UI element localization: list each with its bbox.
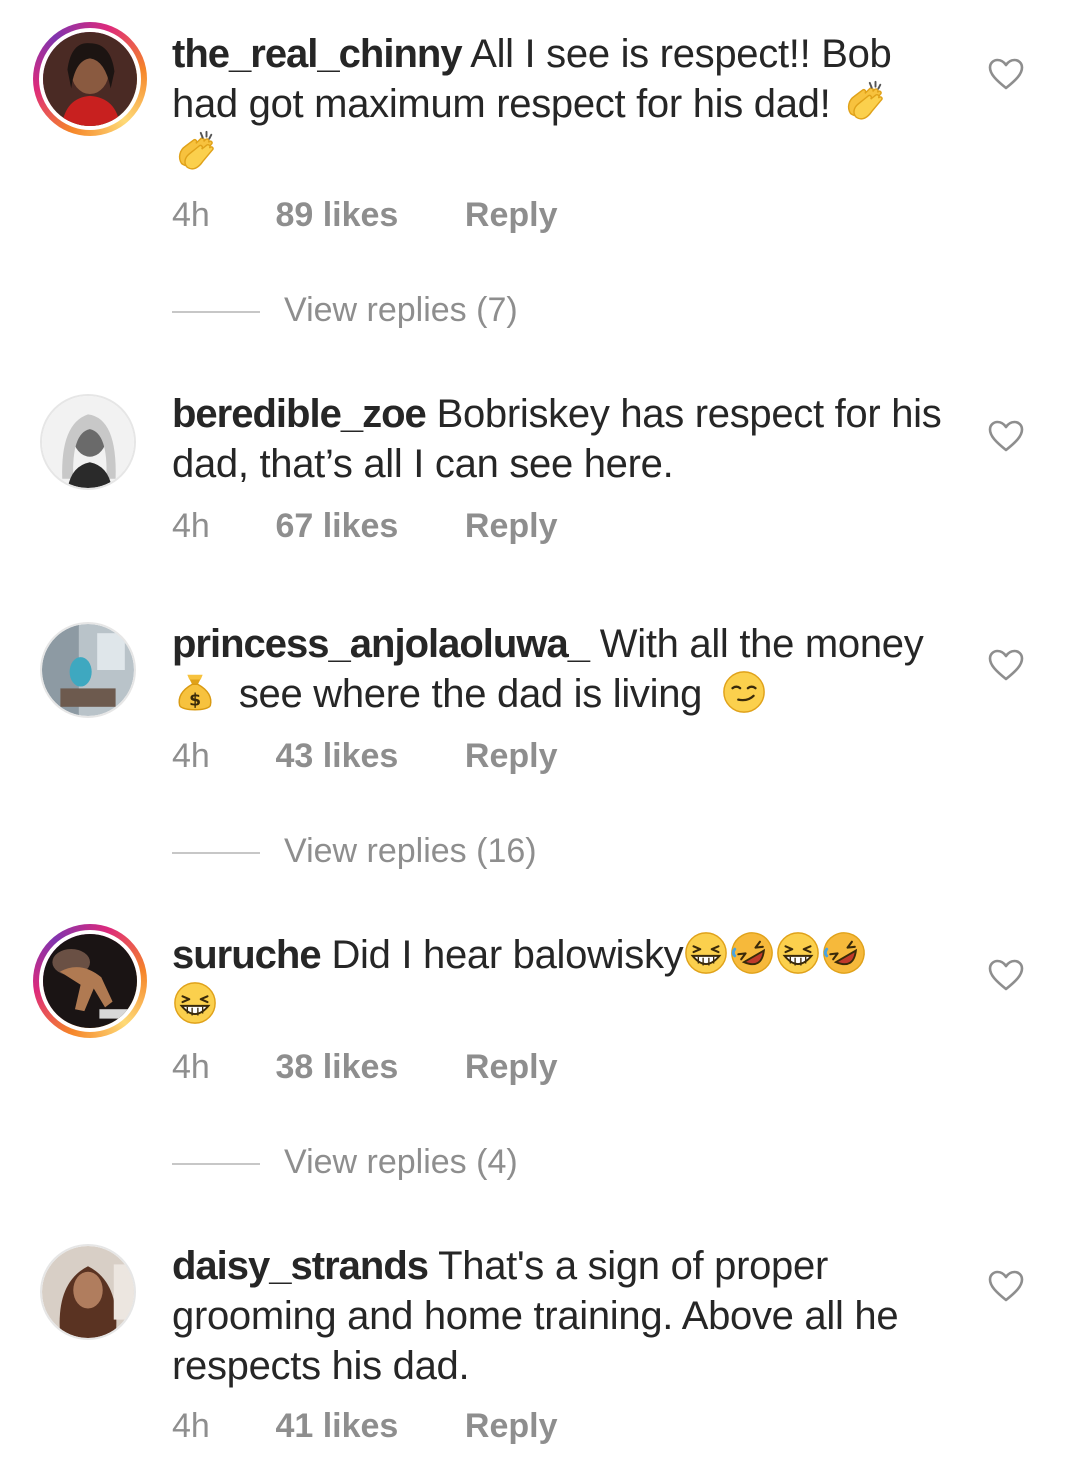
like-heart-icon[interactable] xyxy=(988,420,1024,452)
like-heart-icon[interactable] xyxy=(988,959,1024,991)
comment-time: 4h xyxy=(172,1407,210,1445)
smirking-face-icon xyxy=(721,669,767,715)
reply-button[interactable]: Reply xyxy=(465,507,558,546)
money-bag-icon xyxy=(172,669,218,715)
comment-meta: 4h 43 likes Reply xyxy=(172,737,558,776)
comment-time: 4h xyxy=(172,196,210,234)
comment-body-cont: see where the dad is living xyxy=(238,672,703,716)
comment-likes[interactable]: 89 likes xyxy=(275,196,455,235)
view-replies-button[interactable]: View replies (4) xyxy=(172,1143,518,1182)
avatar[interactable] xyxy=(33,924,147,1038)
comment-meta: 4h 38 likes Reply xyxy=(172,1048,558,1087)
divider-line xyxy=(172,311,260,314)
comment-likes[interactable]: 41 likes xyxy=(275,1407,455,1446)
avatar[interactable] xyxy=(40,1244,136,1340)
comment-time: 4h xyxy=(172,507,210,545)
view-replies-label: View replies (7) xyxy=(284,291,518,329)
like-heart-icon[interactable] xyxy=(988,58,1024,90)
comment-likes[interactable]: 67 likes xyxy=(275,507,455,546)
comment-text: princess_anjolaoluwa_ With all the money… xyxy=(172,619,962,719)
comment-text: the_real_chinny All I see is respect!! B… xyxy=(172,29,962,179)
comment-body: With all the money xyxy=(599,622,924,666)
divider-line xyxy=(172,1163,260,1166)
comment-username[interactable]: princess_anjolaoluwa_ xyxy=(172,622,590,666)
view-replies-label: View replies (16) xyxy=(284,832,537,870)
comment-text: suruche Did I hear balowisky xyxy=(172,930,962,1030)
avatar-photo xyxy=(43,32,137,126)
comment-body: Did I hear balowisky xyxy=(331,933,684,977)
comment-likes[interactable]: 38 likes xyxy=(275,1048,455,1087)
comment-username[interactable]: suruche xyxy=(172,933,322,977)
reply-button[interactable]: Reply xyxy=(465,1048,558,1087)
view-replies-button[interactable]: View replies (16) xyxy=(172,832,537,871)
avatar-photo xyxy=(42,624,134,716)
view-replies-label: View replies (4) xyxy=(284,1143,518,1181)
grinning-squinting-face-icon xyxy=(683,930,729,976)
rolling-laughing-face-icon xyxy=(729,930,775,976)
comment-username[interactable]: beredible_zoe xyxy=(172,392,427,436)
clapping-hands-icon xyxy=(841,79,887,125)
rolling-laughing-face-icon xyxy=(821,930,867,976)
comment-likes[interactable]: 43 likes xyxy=(275,737,455,776)
reply-button[interactable]: Reply xyxy=(465,737,558,776)
avatar-photo xyxy=(42,396,134,488)
divider-line xyxy=(172,852,260,855)
comment-meta: 4h 41 likes Reply xyxy=(172,1407,558,1446)
view-replies-button[interactable]: View replies (7) xyxy=(172,291,518,330)
like-heart-icon[interactable] xyxy=(988,1270,1024,1302)
like-heart-icon[interactable] xyxy=(988,649,1024,681)
comment-text: daisy_strands That's a sign of proper gr… xyxy=(172,1241,962,1391)
comment-meta: 4h 67 likes Reply xyxy=(172,507,558,546)
clapping-hands-icon xyxy=(172,129,218,175)
comment-username[interactable]: the_real_chinny xyxy=(172,32,463,76)
avatar-photo xyxy=(42,1246,134,1338)
comment-meta: 4h 89 likes Reply xyxy=(172,196,558,235)
comment-username[interactable]: daisy_strands xyxy=(172,1244,429,1288)
grinning-squinting-face-icon xyxy=(775,930,821,976)
comment-time: 4h xyxy=(172,1048,210,1086)
comment-time: 4h xyxy=(172,737,210,775)
reply-button[interactable]: Reply xyxy=(465,1407,558,1446)
avatar[interactable] xyxy=(40,622,136,718)
avatar[interactable] xyxy=(40,394,136,490)
avatar[interactable] xyxy=(33,22,147,136)
reply-button[interactable]: Reply xyxy=(465,196,558,235)
comment-text: beredible_zoe Bobriskey has respect for … xyxy=(172,389,962,489)
grinning-squinting-face-icon xyxy=(172,980,218,1026)
avatar-photo xyxy=(43,934,137,1028)
